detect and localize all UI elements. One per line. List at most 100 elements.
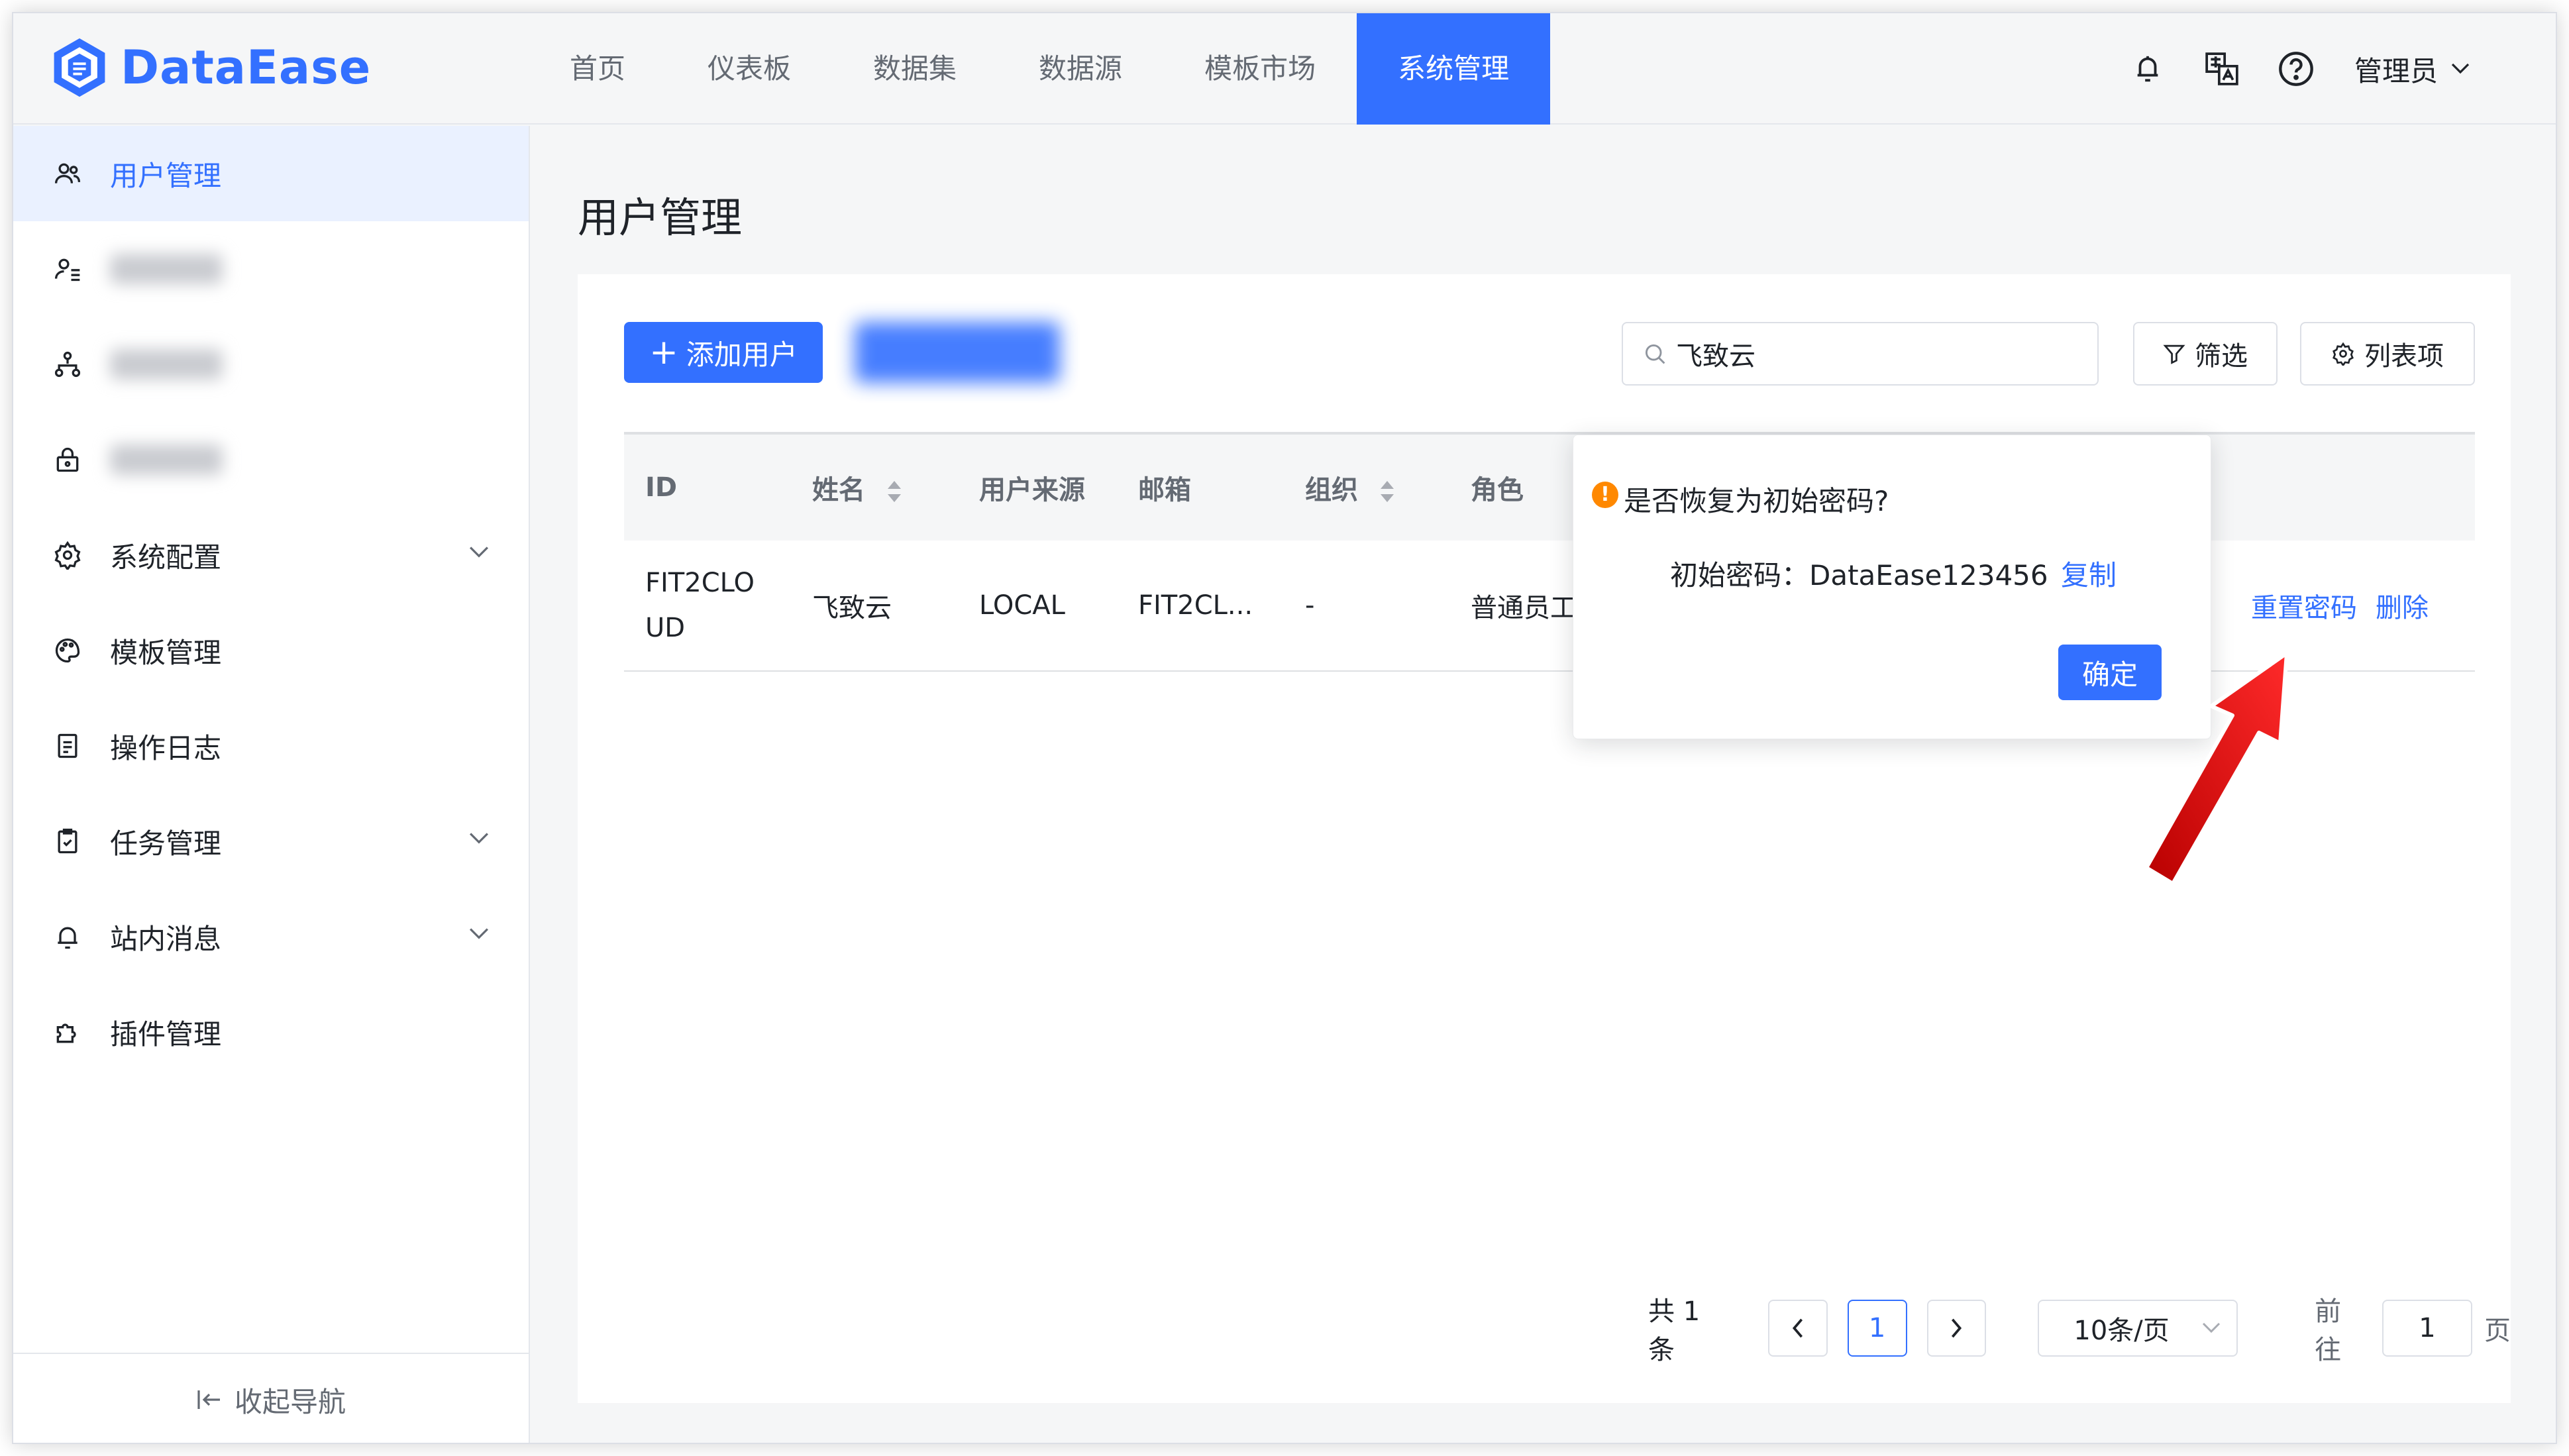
page-size-value: 10条/页: [2073, 1316, 2170, 1346]
users-icon: [52, 158, 83, 189]
lock-icon: [52, 444, 83, 476]
column-settings-button[interactable]: 列表项: [2300, 322, 2475, 386]
sidebar-item-task-management[interactable]: 任务管理: [13, 794, 529, 889]
add-user-label: 添加用户: [686, 338, 798, 371]
column-header-role: 角色: [1471, 475, 1524, 505]
main-nav: 首页 仪表板 数据集 数据源 模板市场 系统管理: [530, 13, 1551, 125]
sidebar-item-template-management[interactable]: 模板管理: [13, 603, 529, 698]
puzzle-icon: [52, 1016, 83, 1048]
bell-icon: [52, 921, 83, 953]
filter-label: 筛选: [2195, 341, 2248, 372]
page-title: 用户管理: [578, 193, 743, 242]
pagination: 共 1 条 1 10条/页 前往 页: [1648, 1296, 2511, 1365]
chevron-down-icon: [2203, 1322, 2221, 1333]
nav-datasource[interactable]: 数据源: [998, 13, 1163, 125]
column-settings-label: 列表项: [2364, 341, 2444, 372]
top-navbar: DataEase 首页 仪表板 数据集 数据源 模板市场 系统管理 管理员: [13, 13, 2556, 125]
goto-page-input[interactable]: [2382, 1300, 2472, 1357]
bell-icon[interactable]: [2128, 49, 2168, 89]
sidebar-item-hidden-1[interactable]: [13, 221, 529, 317]
filter-button[interactable]: 筛选: [2133, 322, 2278, 386]
reset-password-popover: ! 是否恢复为初始密码? 初始密码：DataEase123456 复制 确定: [1573, 435, 2211, 739]
gear-icon: [52, 539, 83, 571]
sidebar: 用户管理 系统配置 模板管理 操作日志 任务管理 站内消息 插件管理 收起导航: [13, 126, 530, 1443]
collapse-nav-label: 收起导航: [234, 1385, 346, 1418]
add-user-button[interactable]: + 添加用户: [624, 322, 823, 383]
collapse-left-icon: [197, 1390, 220, 1409]
nav-home[interactable]: 首页: [530, 13, 666, 125]
cell-email: FIT2CL...: [1138, 590, 1253, 621]
plus-icon: +: [649, 333, 678, 372]
org-tree-icon: [52, 348, 83, 380]
sidebar-item-label: 系统配置: [110, 541, 222, 574]
chevron-down-icon: [470, 546, 488, 558]
chevron-down-icon: [470, 928, 488, 939]
search-input-wrapper[interactable]: [1622, 322, 2099, 386]
search-icon: [1645, 344, 1665, 364]
sidebar-item-label-blurred: [110, 444, 223, 475]
popover-title: ! 是否恢复为初始密码?: [1592, 479, 1889, 519]
nav-dashboard[interactable]: 仪表板: [666, 13, 832, 125]
sidebar-item-user-management[interactable]: 用户管理: [13, 126, 529, 221]
column-header-name[interactable]: 姓名: [791, 468, 958, 507]
user-list-icon: [52, 253, 83, 285]
goto-label: 前往: [2315, 1296, 2342, 1365]
help-icon[interactable]: [2276, 49, 2316, 89]
translate-icon[interactable]: [2202, 49, 2242, 89]
prev-page-button[interactable]: [1767, 1300, 1828, 1357]
popover-title-text: 是否恢复为初始密码?: [1624, 485, 1889, 517]
brand-logo[interactable]: DataEase: [48, 36, 371, 99]
user-menu[interactable]: 管理员: [2354, 49, 2470, 89]
search-input[interactable]: [1676, 338, 2073, 369]
sidebar-item-operation-log[interactable]: 操作日志: [13, 698, 529, 794]
app-window: DataEase 首页 仪表板 数据集 数据源 模板市场 系统管理 管理员 用户…: [12, 12, 2557, 1444]
column-header-source: 用户来源: [979, 475, 1085, 505]
column-header-email: 邮箱: [1138, 475, 1191, 505]
sidebar-item-system-config[interactable]: 系统配置: [13, 507, 529, 603]
dataease-logo-icon: [54, 38, 105, 97]
reset-password-link[interactable]: 重置密码: [2251, 586, 2357, 625]
cell-name: 飞致云: [812, 593, 892, 623]
brand-name: DataEase: [121, 40, 372, 95]
pagination-total: 共 1 条: [1648, 1296, 1701, 1365]
nav-system-management[interactable]: 系统管理: [1357, 13, 1551, 125]
sort-icon: [887, 481, 901, 502]
cell-role: 普通员工: [1471, 593, 1577, 623]
sidebar-item-label: 模板管理: [110, 636, 222, 669]
cell-id-line: FIT2CLO: [645, 568, 755, 598]
copy-link[interactable]: 复制: [2061, 553, 2117, 594]
sort-icon: [1380, 481, 1394, 502]
sidebar-item-inbox[interactable]: 站内消息: [13, 889, 529, 984]
column-header-org[interactable]: 组织: [1284, 468, 1449, 507]
sidebar-item-label: 站内消息: [110, 922, 222, 955]
nav-template-market[interactable]: 模板市场: [1163, 13, 1357, 125]
chevron-left-icon: [1792, 1318, 1803, 1338]
sidebar-item-plugin-management[interactable]: 插件管理: [13, 984, 529, 1080]
delete-link[interactable]: 删除: [2376, 586, 2429, 625]
page-size-select[interactable]: 10条/页: [2038, 1300, 2238, 1357]
user-name: 管理员: [2354, 54, 2438, 87]
cell-id: FIT2CLO UD: [624, 560, 791, 650]
filter-icon: [2163, 344, 2185, 364]
clipboard-check-icon: [52, 825, 83, 857]
warning-icon: !: [1592, 482, 1618, 508]
cell-id-line: UD: [645, 613, 686, 643]
sidebar-item-label: 操作日志: [110, 731, 222, 764]
sidebar-item-hidden-3[interactable]: [13, 412, 529, 507]
chevron-right-icon: [1952, 1318, 1962, 1338]
column-header-label: 组织: [1305, 475, 1358, 505]
document-icon: [52, 730, 83, 762]
collapse-nav-button[interactable]: 收起导航: [13, 1353, 529, 1443]
initial-password-text: 初始密码：DataEase123456: [1670, 559, 2048, 592]
chevron-down-icon: [470, 833, 488, 844]
column-header-label: 姓名: [812, 475, 865, 505]
blurred-action-button[interactable]: [855, 322, 1060, 383]
nav-dataset[interactable]: 数据集: [832, 13, 998, 125]
annotation-arrow-icon: [2144, 651, 2289, 881]
next-page-button[interactable]: [1926, 1300, 1987, 1357]
sidebar-item-hidden-2[interactable]: [13, 317, 529, 412]
cell-source: LOCAL: [979, 590, 1065, 621]
page-number-button[interactable]: 1: [1847, 1300, 1907, 1357]
sidebar-item-label: 插件管理: [110, 1017, 222, 1051]
column-header-id: ID: [645, 472, 678, 503]
